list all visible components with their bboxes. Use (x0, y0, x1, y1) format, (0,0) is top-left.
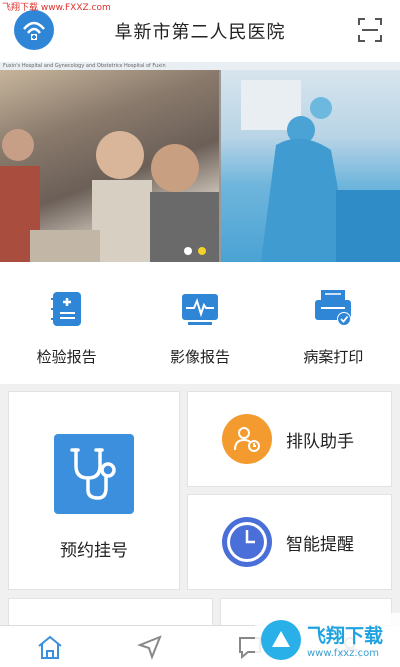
tile-reminder[interactable]: 智能提醒 (187, 494, 392, 590)
tile-queue[interactable]: 排队助手 (187, 391, 392, 487)
tab-home[interactable] (0, 626, 100, 667)
watermark-main-text: 飞翔下载 (307, 625, 384, 647)
quick-actions: 检验报告 影像报告 病案打印 (0, 262, 400, 384)
navigation-icon (137, 634, 162, 660)
banner-caption: Fuxin's Hospital and Gynecology and Obst… (0, 62, 400, 70)
tile-label-reminder: 智能提醒 (286, 534, 354, 555)
report-clipboard-icon (50, 292, 81, 326)
watermark-bottom-right: 飞翔下载 www.fxxz.com (255, 613, 400, 667)
watermark-sub-text: www.fxxz.com (307, 648, 379, 659)
quick-item-imaging-report[interactable]: 影像报告 (133, 262, 266, 384)
quick-label-imaging-report: 影像报告 (169, 348, 230, 366)
banner-carousel[interactable]: Fuxin's Hospital and Gynecology and Obst… (0, 62, 400, 262)
quick-item-lab-report[interactable]: 检验报告 (0, 262, 133, 384)
stethoscope-icon (54, 434, 134, 514)
tab-navigation[interactable] (100, 626, 200, 667)
banner-photo-surgery (221, 70, 400, 262)
scan-icon[interactable] (358, 18, 382, 42)
carousel-dot-active[interactable] (198, 247, 206, 255)
watermark-logo (261, 620, 301, 660)
tile-appointment[interactable]: 预约挂号 (8, 391, 180, 590)
banner-photo-crowd (0, 70, 219, 262)
quick-label-lab-report: 检验报告 (36, 348, 97, 366)
carousel-dots (184, 247, 206, 255)
tile-label-queue: 排队助手 (286, 431, 354, 452)
monitor-heartbeat-icon (181, 294, 218, 325)
watermark-top: 飞翔下载 www.FXXZ.com (2, 3, 111, 13)
carousel-dot[interactable] (184, 247, 192, 255)
user-clock-icon (222, 414, 272, 464)
page-title: 阜新市第二人民医院 (114, 22, 286, 43)
hospital-logo (14, 10, 54, 50)
quick-item-record-print[interactable]: 病案打印 (267, 262, 400, 384)
tile-label-appointment: 预约挂号 (60, 541, 128, 561)
home-icon (38, 635, 62, 659)
clock-icon (222, 517, 272, 567)
printer-check-icon (315, 290, 352, 326)
quick-label-record-print: 病案打印 (303, 348, 364, 366)
